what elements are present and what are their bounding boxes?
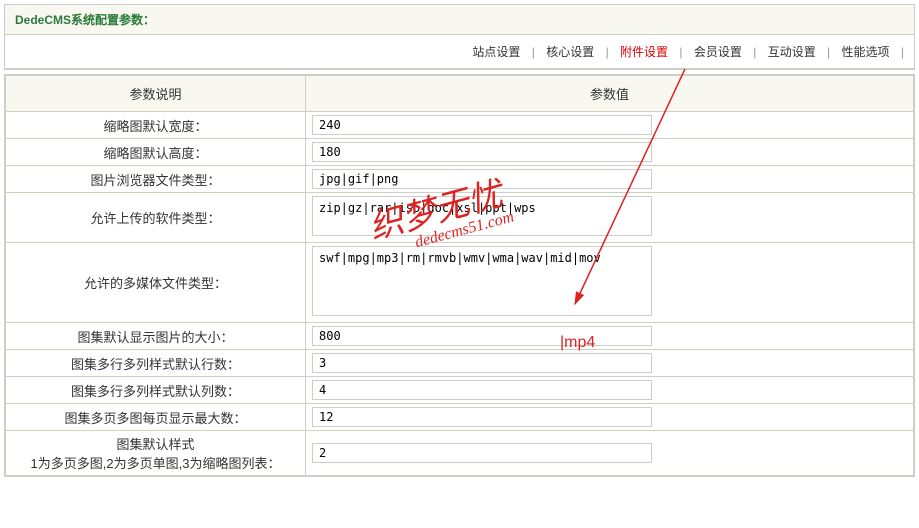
- gallery-style-input[interactable]: [312, 443, 652, 463]
- panel-header: DedeCMS系统配置参数：: [5, 5, 914, 35]
- table-row: 图片浏览器文件类型：: [6, 166, 914, 193]
- tabs-nav: 站点设置 | 核心设置 | 附件设置 | 会员设置 | 互动设置 | 性能选项 …: [5, 35, 914, 69]
- tab-separator: |: [606, 45, 609, 59]
- tab-interact[interactable]: 互动设置: [760, 43, 824, 60]
- tab-core[interactable]: 核心设置: [538, 43, 602, 60]
- tab-separator: |: [827, 45, 830, 59]
- gallery-rows-input[interactable]: [312, 353, 652, 373]
- config-table: 参数说明 参数值 缩略图默认宽度： 缩略图默认高度： 图片浏览器文件类型：: [5, 75, 914, 476]
- gallery-perpage-input[interactable]: [312, 407, 652, 427]
- table-row: 图集多行多列样式默认行数：: [6, 350, 914, 377]
- gallery-cols-input[interactable]: [312, 380, 652, 400]
- column-header-value: 参数值: [306, 76, 914, 112]
- image-types-input[interactable]: [312, 169, 652, 189]
- tab-performance[interactable]: 性能选项: [834, 43, 898, 60]
- table-row: 允许上传的软件类型： zip|gz|rar|iso|doc|xsl|ppt|wp…: [6, 193, 914, 243]
- tab-separator: |: [532, 45, 535, 59]
- tab-separator: |: [679, 45, 682, 59]
- table-row: 缩略图默认高度：: [6, 139, 914, 166]
- param-label: 允许上传的软件类型：: [6, 193, 306, 243]
- param-label: 缩略图默认高度：: [6, 139, 306, 166]
- param-label: 图集多页多图每页显示最大数：: [6, 404, 306, 431]
- param-label: 图集默认显示图片的大小：: [6, 323, 306, 350]
- tab-attachment[interactable]: 附件设置: [612, 43, 676, 60]
- table-row: 图集多行多列样式默认列数：: [6, 377, 914, 404]
- tab-separator: |: [901, 45, 904, 59]
- param-label: 图集多行多列样式默认行数：: [6, 350, 306, 377]
- param-label: 图集多行多列样式默认列数：: [6, 377, 306, 404]
- table-row: 允许的多媒体文件类型： swf|mpg|mp3|rm|rmvb|wmv|wma|…: [6, 243, 914, 323]
- param-label: 缩略图默认宽度：: [6, 112, 306, 139]
- tab-separator: |: [753, 45, 756, 59]
- table-row: 图集默认样式 1为多页多图,2为多页单图,3为缩略图列表：: [6, 431, 914, 476]
- page-title: DedeCMS系统配置参数：: [15, 13, 155, 27]
- media-types-input[interactable]: swf|mpg|mp3|rm|rmvb|wmv|wma|wav|mid|mov: [312, 246, 652, 316]
- table-row: 图集默认显示图片的大小：: [6, 323, 914, 350]
- param-label: 图集默认样式 1为多页多图,2为多页单图,3为缩略图列表：: [6, 431, 306, 476]
- tab-site[interactable]: 站点设置: [464, 43, 528, 60]
- gallery-size-input[interactable]: [312, 326, 652, 346]
- thumb-width-input[interactable]: [312, 115, 652, 135]
- thumb-height-input[interactable]: [312, 142, 652, 162]
- param-label: 图片浏览器文件类型：: [6, 166, 306, 193]
- param-label: 允许的多媒体文件类型：: [6, 243, 306, 323]
- column-header-desc: 参数说明: [6, 76, 306, 112]
- table-row: 图集多页多图每页显示最大数：: [6, 404, 914, 431]
- table-row: 缩略图默认宽度：: [6, 112, 914, 139]
- tab-member[interactable]: 会员设置: [686, 43, 750, 60]
- software-types-input[interactable]: zip|gz|rar|iso|doc|xsl|ppt|wps: [312, 196, 652, 236]
